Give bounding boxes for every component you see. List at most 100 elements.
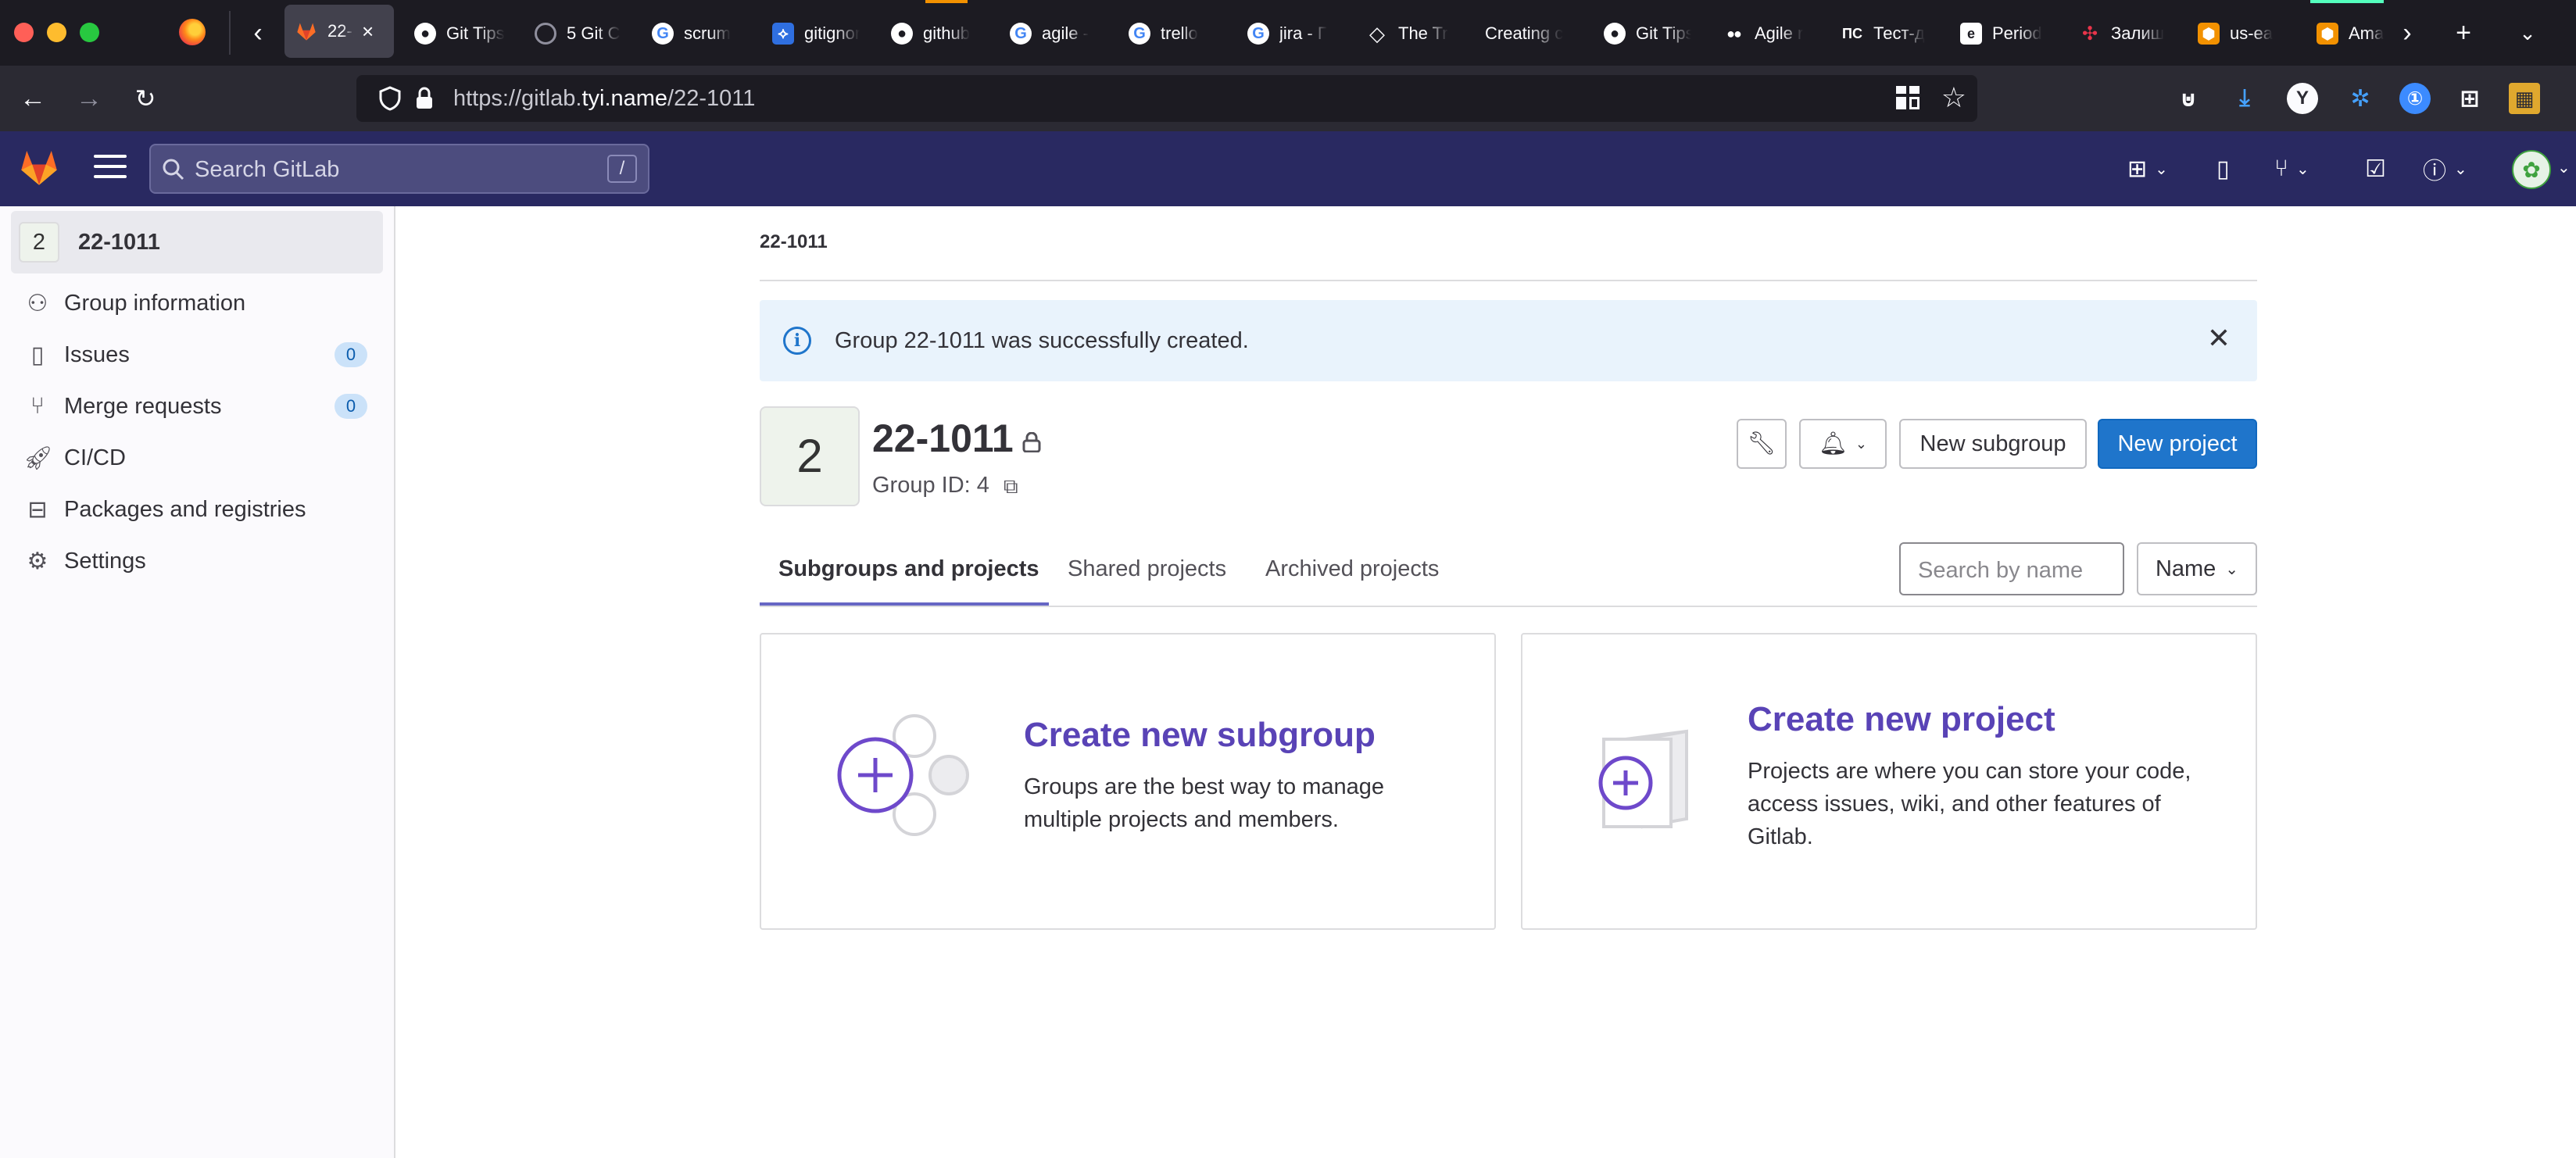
password-manager-icon[interactable]: ① bbox=[2399, 83, 2431, 114]
tab-label: Ama bbox=[2349, 23, 2385, 43]
close-icon[interactable]: ✕ bbox=[2207, 322, 2231, 355]
tab-label: Creating c bbox=[1485, 23, 1564, 43]
google-favicon-icon: G bbox=[652, 23, 674, 45]
chevron-down-icon[interactable]: ⌄ bbox=[2557, 158, 2571, 177]
browser-tab[interactable]: G scrum bbox=[652, 13, 739, 55]
url-text[interactable]: https://gitlab.tyi.name/22-1011 bbox=[453, 86, 755, 112]
merge-requests-count-badge: 0 bbox=[335, 394, 367, 419]
gitlab-top-bar: Search GitLab / ⊞ ⌄ ▯ ⑂ ⌄ ☑ ⓘ ⌄ ✿ ⌄ bbox=[0, 131, 2576, 206]
browser-tab[interactable]: ✣ Залиш bbox=[2079, 13, 2166, 55]
browser-tab[interactable]: ◇ The Tr bbox=[1366, 13, 1454, 55]
tab-separator bbox=[229, 11, 231, 55]
sidebar-group-header[interactable]: 2 22-1011 bbox=[11, 211, 383, 273]
window-maximize-button[interactable] bbox=[80, 23, 99, 42]
downloads-icon[interactable]: ⤓ bbox=[2229, 83, 2260, 114]
grid-extension-icon[interactable]: ▦ bbox=[2509, 83, 2540, 114]
copy-icon[interactable]: ⧉ bbox=[1004, 474, 1018, 499]
notification-settings-dropdown[interactable]: 🔔︎ ⌄ bbox=[1799, 419, 1887, 469]
card-title[interactable]: Create new subgroup bbox=[1024, 716, 1376, 755]
lock-icon[interactable] bbox=[414, 86, 435, 111]
extensions-icon[interactable]: ⊞ bbox=[2454, 83, 2485, 114]
group-id: Group ID: 4 bbox=[872, 473, 989, 498]
breadcrumb[interactable]: 22-1011 bbox=[760, 231, 828, 253]
issues-nav-icon[interactable]: ▯ bbox=[2216, 152, 2230, 186]
create-subgroup-card[interactable]: Create new subgroup Groups are the best … bbox=[760, 633, 1496, 930]
create-new-dropdown[interactable]: ⊞ ⌄ bbox=[2127, 152, 2168, 186]
back-icon[interactable]: ← bbox=[14, 80, 52, 117]
forward-icon[interactable]: → bbox=[70, 80, 108, 117]
tab-label: Тест-д bbox=[1873, 23, 1925, 43]
browser-tab[interactable]: ●● Agile r bbox=[1723, 13, 1810, 55]
tab-label: The Tr bbox=[1398, 23, 1448, 43]
tab-label: trello bbox=[1161, 23, 1198, 43]
window-close-button[interactable] bbox=[14, 23, 34, 42]
create-project-card[interactable]: Create new project Projects are where yo… bbox=[1521, 633, 2257, 930]
tab-label: Period bbox=[1992, 23, 2042, 43]
new-project-button[interactable]: New project bbox=[2098, 419, 2257, 469]
sidebar-item-label: CI/CD bbox=[64, 445, 126, 470]
sidebar-item-issues[interactable]: ▯ Issues 0 bbox=[23, 331, 372, 378]
bookmark-star-icon[interactable]: ☆ bbox=[1941, 81, 1966, 114]
search-placeholder: Search GitLab bbox=[195, 157, 340, 182]
browser-tab[interactable]: ● Git Tips bbox=[1604, 13, 1691, 55]
search-input[interactable]: Search GitLab / bbox=[149, 144, 649, 194]
browser-tab[interactable]: ⟡ gitignore bbox=[772, 13, 860, 55]
browser-tab[interactable]: ⬢ Ama bbox=[2317, 13, 2388, 55]
gitlab-logo-icon[interactable] bbox=[17, 145, 61, 189]
browser-tab[interactable]: G agile - bbox=[1010, 13, 1097, 55]
sidebar-item-settings[interactable]: ⚙ Settings bbox=[23, 538, 372, 584]
browser-tab[interactable]: ● Git Tips bbox=[414, 13, 506, 55]
user-avatar[interactable]: ✿ bbox=[2512, 150, 2551, 189]
google-favicon-icon: G bbox=[1247, 23, 1269, 45]
window-minimize-button[interactable] bbox=[47, 23, 66, 42]
project-illustration-icon bbox=[1598, 729, 1688, 829]
card-title[interactable]: Create new project bbox=[1748, 700, 2055, 739]
sidebar-item-packages-and-registries[interactable]: ⊟ Packages and registries bbox=[23, 486, 372, 533]
tabs-divider bbox=[760, 606, 2257, 607]
browser-tab[interactable]: e Period bbox=[1960, 13, 2048, 55]
yandex-extension-icon[interactable]: Y bbox=[2287, 83, 2318, 114]
browser-tab-bar: ‹ 22-1011 × ● Git Tips 5 Git Commands G … bbox=[0, 0, 2576, 66]
tab-shared-projects[interactable]: Shared projects bbox=[1068, 556, 1226, 582]
browser-tab[interactable]: ● github bbox=[891, 13, 979, 55]
sidebar-item-ci-cd[interactable]: 🚀︎ CI/CD bbox=[23, 434, 372, 481]
tab-scroll-left-icon[interactable]: ‹ bbox=[239, 14, 277, 52]
merge-requests-dropdown[interactable]: ⑂ ⌄ bbox=[2274, 152, 2309, 186]
pocket-icon[interactable]: ⊍ bbox=[2173, 83, 2204, 114]
browser-tab[interactable]: Creating c bbox=[1485, 13, 1571, 55]
url-host: tyi.name bbox=[581, 86, 668, 111]
new-tab-icon[interactable]: + bbox=[2445, 14, 2482, 52]
translate-extension-icon[interactable]: ✲ bbox=[2345, 83, 2376, 114]
list-all-tabs-icon[interactable]: ⌄ bbox=[2509, 14, 2546, 52]
firefox-view-icon[interactable] bbox=[179, 19, 206, 45]
browser-tab[interactable]: G trello bbox=[1129, 13, 1216, 55]
qr-code-icon[interactable] bbox=[1896, 86, 1919, 109]
search-by-name-input[interactable]: Search by name bbox=[1899, 542, 2124, 595]
url-prefix: https://gitlab. bbox=[453, 86, 582, 111]
google-favicon-icon: G bbox=[1010, 23, 1032, 45]
url-bar[interactable]: https://gitlab.tyi.name/22-1011 ☆ bbox=[356, 75, 1977, 122]
group-settings-button[interactable]: 🔧︎ bbox=[1737, 419, 1787, 469]
sort-dropdown[interactable]: Name ⌄ bbox=[2137, 542, 2257, 595]
help-dropdown[interactable]: ⓘ ⌄ bbox=[2423, 152, 2467, 186]
reload-icon[interactable]: ↻ bbox=[127, 80, 164, 117]
aws-favicon-icon: ⬢ bbox=[2317, 23, 2338, 45]
browser-tab[interactable]: 5 Git Commands bbox=[535, 13, 621, 55]
alert-message: Group 22-1011 was successfully created. bbox=[835, 328, 1249, 353]
tab-archived-projects[interactable]: Archived projects bbox=[1265, 556, 1439, 582]
browser-tab[interactable]: ⬢ us-ea bbox=[2198, 13, 2285, 55]
main-menu-icon[interactable] bbox=[94, 155, 127, 183]
sidebar-item-group-information[interactable]: ⚇ Group information bbox=[23, 280, 372, 327]
search-icon bbox=[163, 159, 184, 180]
browser-tab[interactable]: ПС Тест-д bbox=[1841, 13, 1929, 55]
tab-subgroups-and-projects[interactable]: Subgroups and projects bbox=[778, 556, 1039, 582]
pc-favicon-icon: ПС bbox=[1842, 25, 1862, 41]
todos-icon[interactable]: ☑ bbox=[2365, 152, 2386, 186]
browser-tab-active[interactable]: 22-1011 × bbox=[284, 5, 394, 58]
shield-icon[interactable] bbox=[378, 86, 402, 111]
new-subgroup-button[interactable]: New subgroup bbox=[1899, 419, 2087, 469]
tab-scroll-right-icon[interactable]: › bbox=[2388, 14, 2426, 52]
tab-close-icon[interactable]: × bbox=[362, 20, 374, 44]
sidebar-item-merge-requests[interactable]: ⑂ Merge requests 0 bbox=[23, 383, 372, 430]
browser-tab[interactable]: G jira - Г bbox=[1247, 13, 1335, 55]
